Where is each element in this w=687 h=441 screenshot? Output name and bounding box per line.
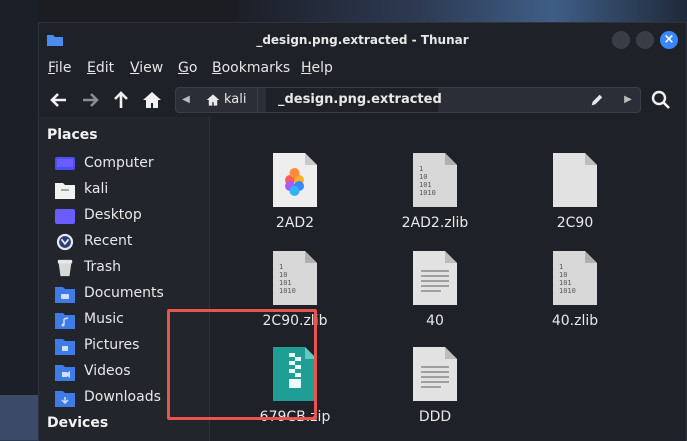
file-item[interactable]: 40: [370, 251, 500, 331]
up-arrow-icon[interactable]: [111, 90, 131, 110]
breadcrumb-current[interactable]: _design.png.extracted: [266, 88, 442, 112]
file-name: 2AD2.zlib: [401, 215, 469, 231]
recent-icon: [56, 233, 74, 251]
menu-file[interactable]: File: [48, 60, 71, 76]
svg-text:1: 1: [559, 263, 563, 271]
file-manager-window: _design.png.extracted - Thunar × File Ed…: [38, 22, 687, 441]
music-icon: [55, 313, 75, 329]
home-folder-icon: [55, 183, 75, 199]
svg-text:1010: 1010: [419, 189, 436, 197]
menu-bookmarks[interactable]: Bookmarks: [212, 60, 290, 76]
devices-header: Devices: [47, 415, 109, 431]
breadcrumb-home[interactable]: kali: [198, 88, 258, 112]
svg-text:101: 101: [419, 181, 432, 189]
file-name: 2AD2: [275, 215, 315, 231]
toolbar: ◀ kali _design.png.extracted ▶: [39, 83, 686, 117]
menu-view[interactable]: View: [130, 60, 163, 76]
edit-path-icon[interactable]: [590, 93, 604, 107]
file-name: 40.zlib: [551, 313, 599, 329]
sidebar-item-label: Downloads: [84, 389, 161, 405]
sidebar-item-label: kali: [84, 181, 109, 197]
sidebar-item-label: Pictures: [84, 337, 140, 353]
sidebar-item-trash[interactable]: Trash: [55, 256, 205, 280]
downloads-icon: [55, 391, 75, 407]
places-header: Places: [47, 127, 98, 143]
svg-text:101: 101: [559, 279, 572, 287]
file-item[interactable]: 2AD2: [230, 153, 360, 233]
binary-file-icon: 1 10 101 1010: [413, 153, 457, 207]
svg-text:1: 1: [279, 263, 283, 271]
text-file-icon: [413, 251, 457, 305]
binary-file-icon: 1 10 101 1010: [553, 251, 597, 305]
trash-icon: [57, 259, 73, 277]
sidebar-item-label: Desktop: [84, 207, 142, 223]
minimize-button[interactable]: [612, 31, 630, 49]
svg-text:10: 10: [279, 271, 287, 279]
documents-icon: [55, 287, 75, 303]
desktop-background-left: [0, 0, 38, 440]
file-item[interactable]: DDD: [370, 347, 500, 427]
sidebar-item-label: Music: [84, 311, 124, 327]
forward-arrow-icon[interactable]: [80, 90, 100, 110]
file-name: 40: [426, 313, 444, 329]
desktop-strip: [0, 395, 38, 440]
sidebar-item-kali[interactable]: kali: [55, 178, 205, 202]
highlight-box: [167, 309, 317, 420]
svg-text:1010: 1010: [279, 287, 296, 295]
svg-text:10: 10: [559, 271, 567, 279]
videos-icon: [55, 365, 75, 381]
sidebar-item-documents[interactable]: Documents: [55, 282, 205, 306]
file-name: DDD: [418, 409, 452, 425]
image-file-icon: [273, 153, 317, 207]
file-item[interactable]: 1 10 101 1010 40.zlib: [510, 251, 640, 331]
home-icon: [206, 94, 220, 106]
svg-text:10: 10: [419, 173, 427, 181]
maximize-button[interactable]: [636, 31, 654, 49]
path-bar: ◀ kali _design.png.extracted ▶: [175, 87, 641, 113]
menu-edit[interactable]: Edit: [87, 60, 114, 76]
file-name: 2C90: [556, 215, 594, 231]
back-arrow-icon[interactable]: [49, 90, 69, 110]
pictures-icon: [55, 339, 75, 355]
menu-help[interactable]: Help: [301, 60, 333, 76]
menu-go[interactable]: Go: [178, 60, 197, 76]
text-file-icon: [413, 347, 457, 401]
sidebar-item-desktop[interactable]: Desktop: [55, 204, 205, 228]
title-bar[interactable]: _design.png.extracted - Thunar ×: [39, 23, 686, 57]
computer-icon: [55, 157, 75, 170]
svg-text:1010: 1010: [559, 287, 576, 295]
close-button[interactable]: ×: [660, 31, 678, 49]
sidebar-item-label: Documents: [84, 285, 164, 301]
home-icon[interactable]: [142, 90, 162, 110]
path-scroll-left-icon[interactable]: ◀: [178, 88, 194, 112]
sidebar-item-label: Videos: [84, 363, 131, 379]
sidebar-item-computer[interactable]: Computer: [55, 152, 205, 176]
svg-text:101: 101: [279, 279, 292, 287]
menu-bar: File Edit View Go Bookmarks Help: [39, 57, 686, 81]
sidebar-item-label: Recent: [84, 233, 133, 249]
sidebar-item-label: Computer: [84, 155, 154, 171]
svg-text:1: 1: [419, 165, 423, 173]
sidebar-item-recent[interactable]: Recent: [55, 230, 205, 254]
desktop-background-top: [38, 0, 687, 22]
file-item[interactable]: 2C90: [510, 153, 640, 233]
path-scroll-right-icon[interactable]: ▶: [620, 88, 636, 112]
binary-file-icon: 1 10 101 1010: [273, 251, 317, 305]
window-title: _design.png.extracted - Thunar: [256, 33, 469, 47]
file-item[interactable]: 1 10 101 1010 2AD2.zlib: [370, 153, 500, 233]
blank-file-icon: [553, 153, 597, 207]
search-icon[interactable]: [651, 90, 671, 110]
desktop-icon: [55, 209, 75, 224]
sidebar-item-label: Trash: [84, 259, 121, 275]
desktop-wallpaper: [238, 0, 687, 22]
